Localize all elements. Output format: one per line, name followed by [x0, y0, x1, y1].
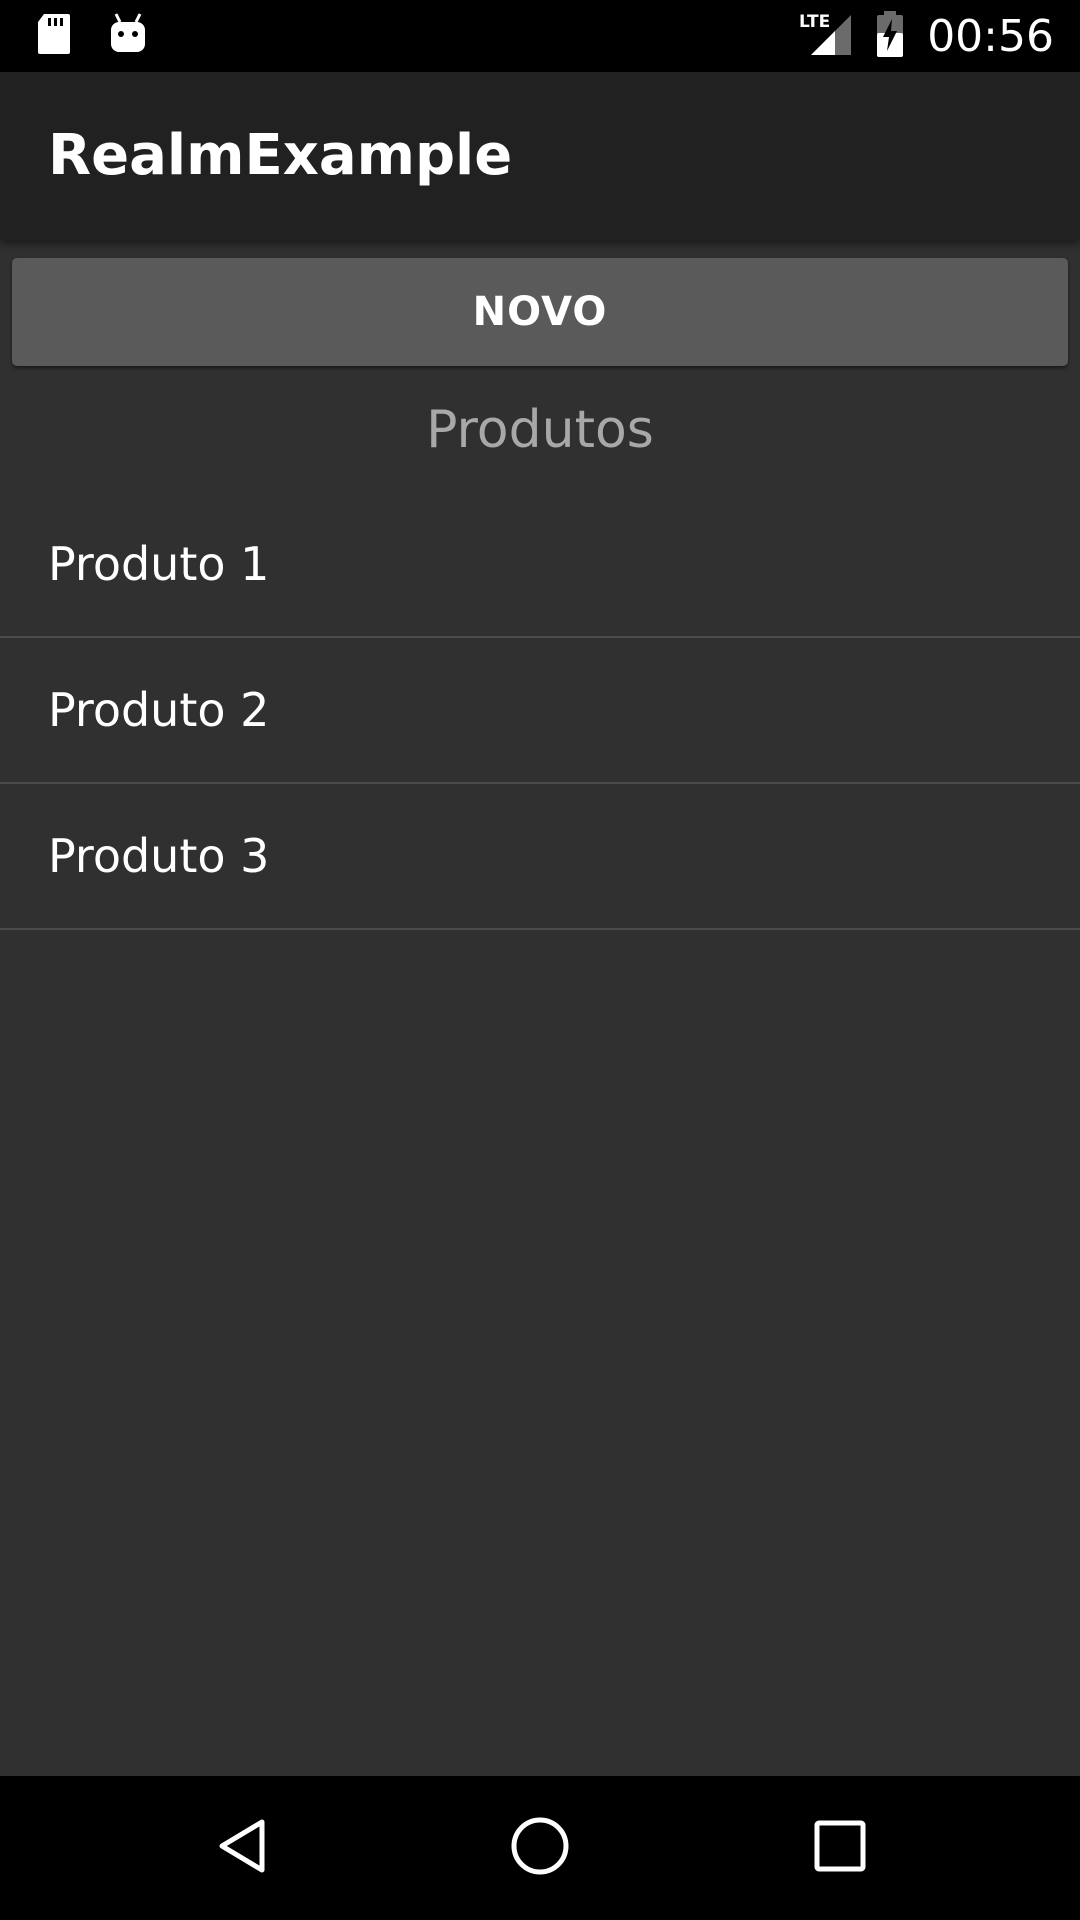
back-icon [212, 1816, 272, 1881]
section-title: Produtos [426, 400, 654, 460]
system-status: LTE 00:56 [797, 0, 1054, 72]
lte-signal-icon: LTE [797, 11, 853, 62]
app-title: RealmExample [48, 123, 513, 188]
back-button[interactable] [162, 1776, 322, 1920]
clock: 00:56 [927, 10, 1054, 62]
list-item[interactable]: Produto 1 [0, 492, 1080, 638]
list-item[interactable]: Produto 3 [0, 784, 1080, 930]
home-button[interactable] [460, 1776, 620, 1920]
navigation-bar [0, 1776, 1080, 1920]
new-product-button[interactable]: NOVO [12, 258, 1068, 366]
notification-icons [36, 12, 148, 61]
sd-card-icon [36, 12, 72, 61]
main-content: NOVO Produtos Produto 1 Produto 2 Produt… [0, 240, 1080, 1776]
list-item-label: Produto 2 [48, 683, 270, 737]
app-bar: RealmExample [0, 72, 1080, 240]
product-list: Produto 1 Produto 2 Produto 3 [0, 492, 1080, 930]
list-item-label: Produto 3 [48, 829, 270, 883]
recents-button[interactable] [760, 1776, 920, 1920]
recents-icon [812, 1818, 868, 1879]
status-bar: LTE 00:56 [0, 0, 1080, 72]
home-icon [509, 1815, 571, 1882]
network-type-label: LTE [799, 12, 830, 32]
list-item[interactable]: Produto 2 [0, 638, 1080, 784]
list-item-label: Produto 1 [48, 537, 270, 591]
android-debug-icon [108, 12, 148, 61]
battery-charging-icon [875, 9, 905, 64]
